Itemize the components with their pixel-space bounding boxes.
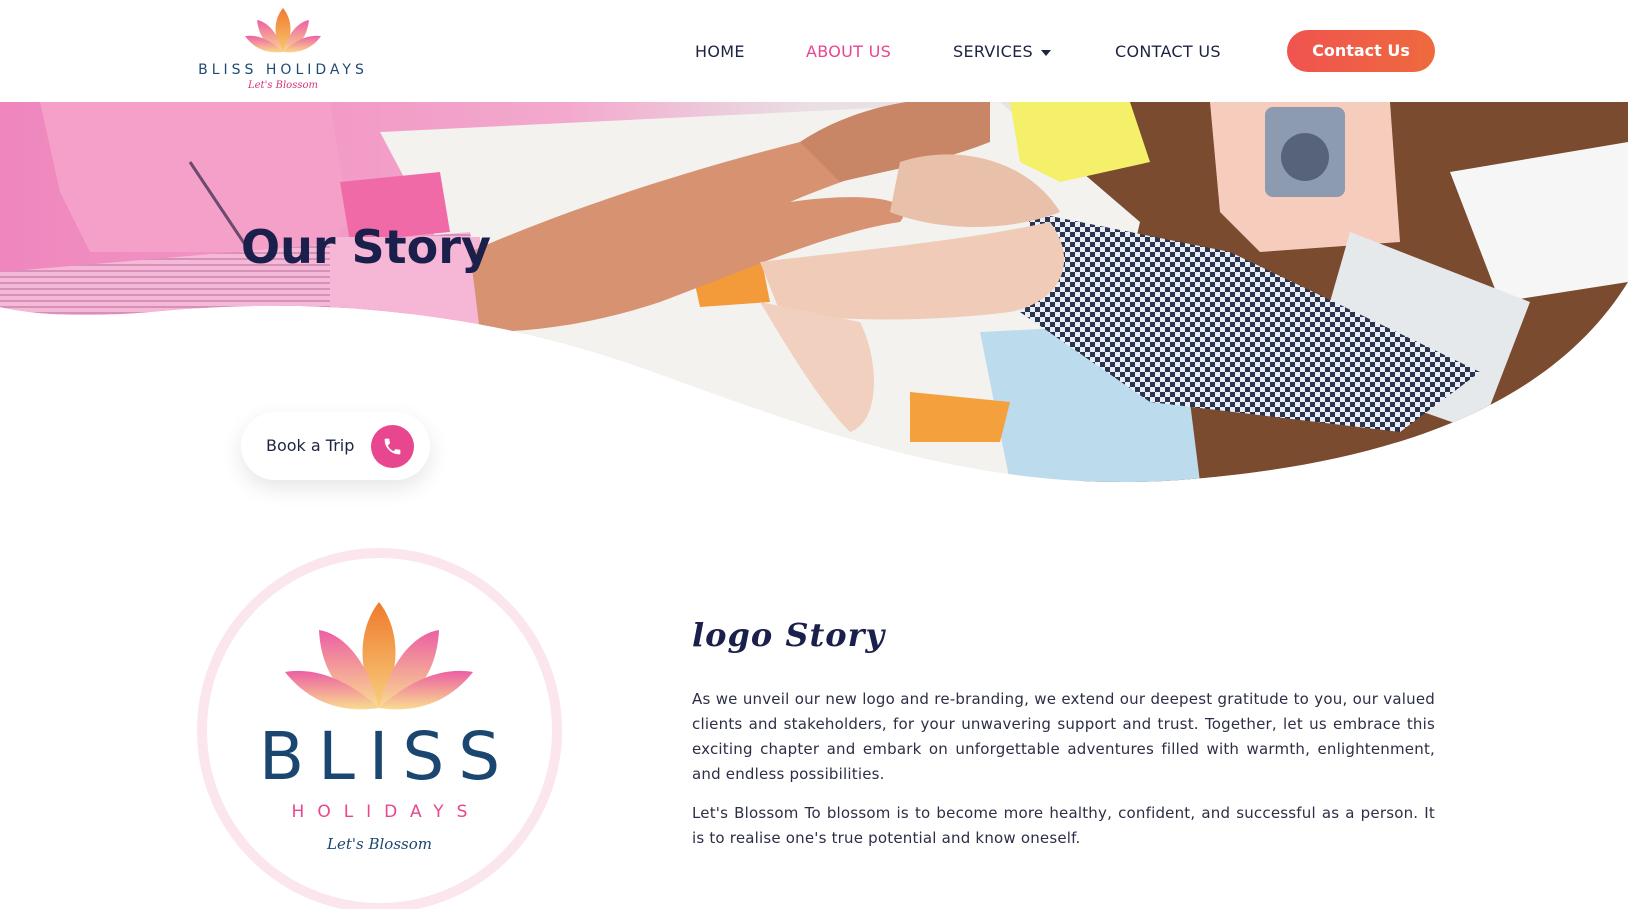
logo-brand-tagline: Let's Blossom — [327, 835, 432, 853]
page-title: Our Story — [241, 220, 491, 274]
chevron-down-icon — [1041, 49, 1052, 56]
logo-story-heading-text: logo Story — [692, 616, 886, 654]
story-paragraph-1: As we unveil our new logo and re-brandin… — [692, 690, 1435, 783]
brand-logo-circle: BLISS HOLIDAYS Let's Blossom — [197, 548, 562, 909]
nav-contact-us[interactable]: CONTACT US — [1115, 42, 1221, 61]
logo-brand-text: BLISS HOLIDAYS — [198, 62, 368, 78]
site-logo[interactable]: BLISS HOLIDAYS Let's Blossom — [193, 6, 373, 92]
story-paragraph-2: Let's Blossom To blossom is to become mo… — [692, 804, 1435, 847]
book-trip-label: Book a Trip — [266, 436, 355, 455]
nav-services-label: SERVICES — [953, 42, 1034, 61]
logo-brand-sub: HOLIDAYS — [291, 802, 481, 822]
nav-services[interactable]: SERVICES — [953, 42, 1052, 61]
logo-brand-name: BLISS — [258, 718, 515, 795]
nav-home[interactable]: HOME — [695, 42, 745, 61]
lotus-logo-icon — [245, 8, 321, 53]
logo-tagline: Let's Blossom — [248, 80, 318, 91]
contact-us-button[interactable]: Contact Us — [1287, 30, 1435, 72]
phone-icon-badge — [371, 425, 414, 468]
phone-icon — [384, 438, 401, 455]
lotus-logo-icon — [285, 602, 473, 710]
book-trip-button[interactable]: Book a Trip — [241, 412, 430, 480]
hero-banner: Our Story Book a Trip — [0, 102, 1628, 482]
logo-story-heading: logo Story — [692, 614, 886, 666]
hero-image — [0, 102, 1628, 482]
nav-about-us[interactable]: ABOUT US — [806, 42, 891, 61]
site-header: BLISS HOLIDAYS Let's Blossom HOME ABOUT … — [0, 0, 1628, 102]
